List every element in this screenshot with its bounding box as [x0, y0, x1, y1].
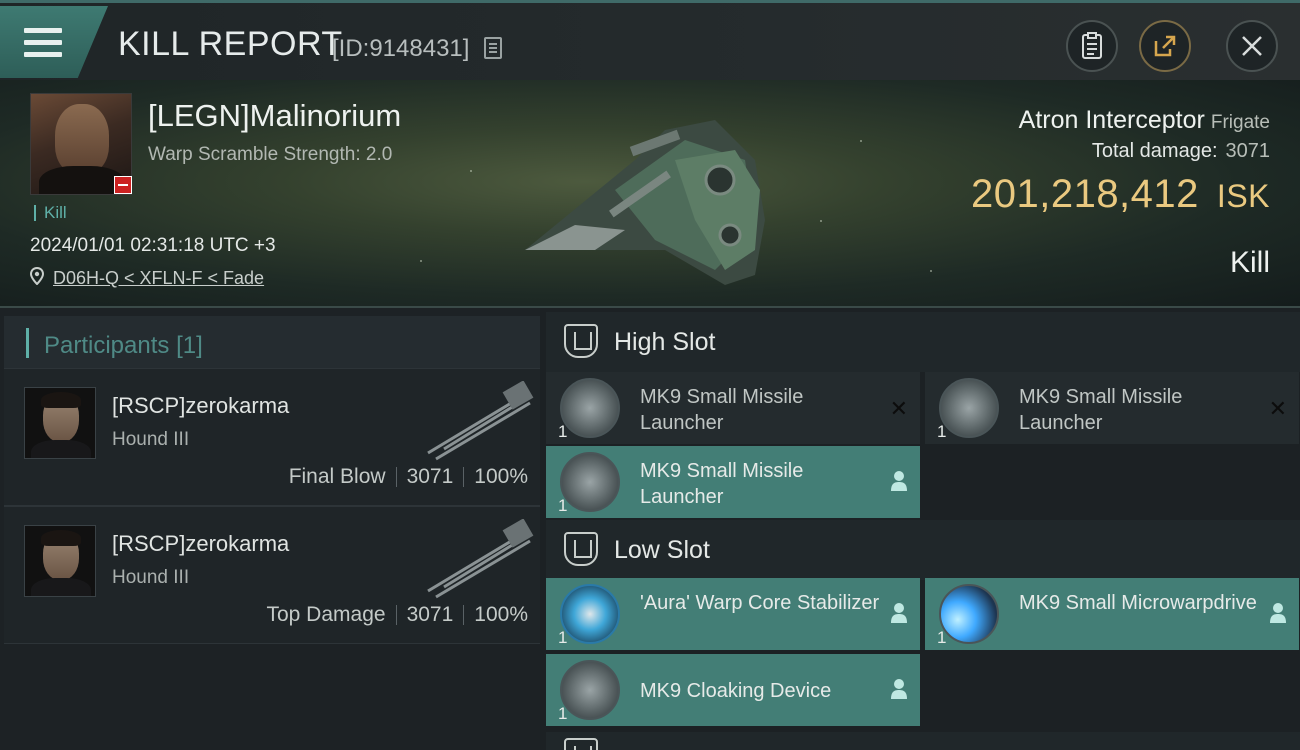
warp-core-stabilizer-icon: [560, 584, 620, 644]
close-button[interactable]: [1226, 20, 1278, 72]
participant-portrait[interactable]: [24, 387, 96, 459]
location-pin-icon: [30, 267, 44, 285]
missile-launcher-icon: [560, 452, 620, 512]
share-button[interactable]: [1139, 20, 1191, 72]
module-quantity: 1: [558, 496, 568, 515]
participant-row[interactable]: [RSCP]zerokarma Hound III Top Damage 3071…: [4, 506, 540, 644]
module-name: MK9 Small Missile Launcher: [640, 386, 804, 434]
module-name: MK9 Small Microwarpdrive: [1019, 592, 1257, 614]
page-title: KILL REPORT: [118, 25, 343, 63]
pilot-icon: [891, 603, 907, 623]
module-name: 'Aura' Warp Core Stabilizer: [640, 592, 880, 614]
module-name: MK9 Small Missile Launcher: [1019, 386, 1183, 434]
clipboard-icon: [1082, 32, 1102, 59]
participant-stats: Top Damage 3071 100%: [266, 603, 528, 626]
high-slot-title: High Slot: [614, 328, 716, 356]
participant-ship: Hound III: [112, 429, 190, 450]
module-item[interactable]: 1 MK9 Small Missile Launcher ✕: [546, 372, 920, 444]
share-icon: [1154, 35, 1176, 57]
warp-scramble-strength: Warp Scramble Strength: 2.0: [148, 144, 393, 165]
module-item[interactable]: 1 MK9 Small Microwarpdrive: [925, 578, 1299, 650]
ship-name[interactable]: Atron Interceptor Frigate: [1019, 106, 1270, 135]
microwarpdrive-icon: [939, 584, 999, 644]
module-item[interactable]: 1 MK9 Cloaking Device: [546, 654, 920, 726]
participant-name[interactable]: [RSCP]zerokarma: [112, 393, 289, 419]
ship-image: [525, 120, 765, 285]
module-quantity: 1: [558, 422, 568, 441]
kill-id: [ID:9148431]: [332, 35, 470, 62]
location-link[interactable]: D06H-Q < XFLN-F < Fade: [53, 268, 264, 289]
module-name: MK9 Cloaking Device: [640, 680, 832, 702]
hostile-badge-icon: [114, 176, 132, 194]
cloaking-device-icon: [560, 660, 620, 720]
victim-name[interactable]: [LEGN]Malinorium: [148, 98, 401, 134]
participants-panel: Participants [1] [RSCP]zerokarma Hound I…: [0, 308, 540, 750]
kill-datetime: 2024/01/01 02:31:18 UTC +3: [30, 235, 276, 256]
top-bar: KILL REPORT [ID:9148431]: [0, 0, 1300, 80]
report-button[interactable]: [1066, 20, 1118, 72]
participant-name[interactable]: [RSCP]zerokarma: [112, 531, 289, 557]
module-quantity: 1: [937, 422, 947, 441]
missile-launcher-icon: [939, 378, 999, 438]
participants-header: Participants [1]: [4, 316, 540, 374]
outcome-label: Kill: [1229, 246, 1270, 279]
hamburger-icon: [24, 28, 62, 58]
missile-launcher-icon: [560, 378, 620, 438]
total-damage: Total damage: 3071: [1091, 140, 1270, 162]
module-quantity: 1: [558, 704, 568, 723]
low-slot-icon: [564, 532, 598, 566]
low-slot-header: Low Slot: [546, 520, 1300, 580]
module-quantity: 1: [558, 628, 568, 647]
close-icon: [1242, 36, 1262, 56]
participant-ship: Hound III: [112, 567, 190, 588]
weapon-icon: [427, 381, 534, 461]
fittings-panel: High Slot 1 MK9 Small Missile Launcher ✕…: [540, 308, 1300, 750]
result-tag: Kill: [34, 204, 67, 221]
pilot-icon: [891, 471, 907, 491]
low-slot-title: Low Slot: [614, 536, 710, 564]
weapon-icon: [427, 519, 534, 599]
victim-summary: [LEGN]Malinorium Warp Scramble Strength:…: [0, 80, 1300, 308]
destroyed-icon: ✕: [889, 396, 908, 421]
participant-stats: Final Blow 3071 100%: [288, 465, 528, 488]
pilot-icon: [891, 679, 907, 699]
ship-class: Frigate: [1210, 112, 1270, 133]
participant-portrait[interactable]: [24, 525, 96, 597]
isk-value: 201,218,412 ISK: [970, 172, 1270, 216]
module-item[interactable]: 1 MK9 Small Missile Launcher ✕: [925, 372, 1299, 444]
participants-title: Participants [1]: [44, 332, 203, 359]
menu-button[interactable]: [0, 6, 108, 78]
module-name: MK9 Small Missile Launcher: [640, 460, 804, 508]
copy-icon[interactable]: [484, 37, 502, 59]
high-slot-icon: [564, 324, 598, 358]
mid-slot-icon: [564, 738, 598, 750]
mid-slot-header: [546, 732, 1300, 750]
high-slot-header: High Slot: [546, 312, 1300, 372]
module-quantity: 1: [937, 628, 947, 647]
module-item[interactable]: 1 'Aura' Warp Core Stabilizer: [546, 578, 920, 650]
participant-row[interactable]: [RSCP]zerokarma Hound III Final Blow 3071…: [4, 368, 540, 506]
pilot-icon: [1270, 603, 1286, 623]
module-item[interactable]: 1 MK9 Small Missile Launcher: [546, 446, 920, 518]
destroyed-icon: ✕: [1268, 396, 1287, 421]
